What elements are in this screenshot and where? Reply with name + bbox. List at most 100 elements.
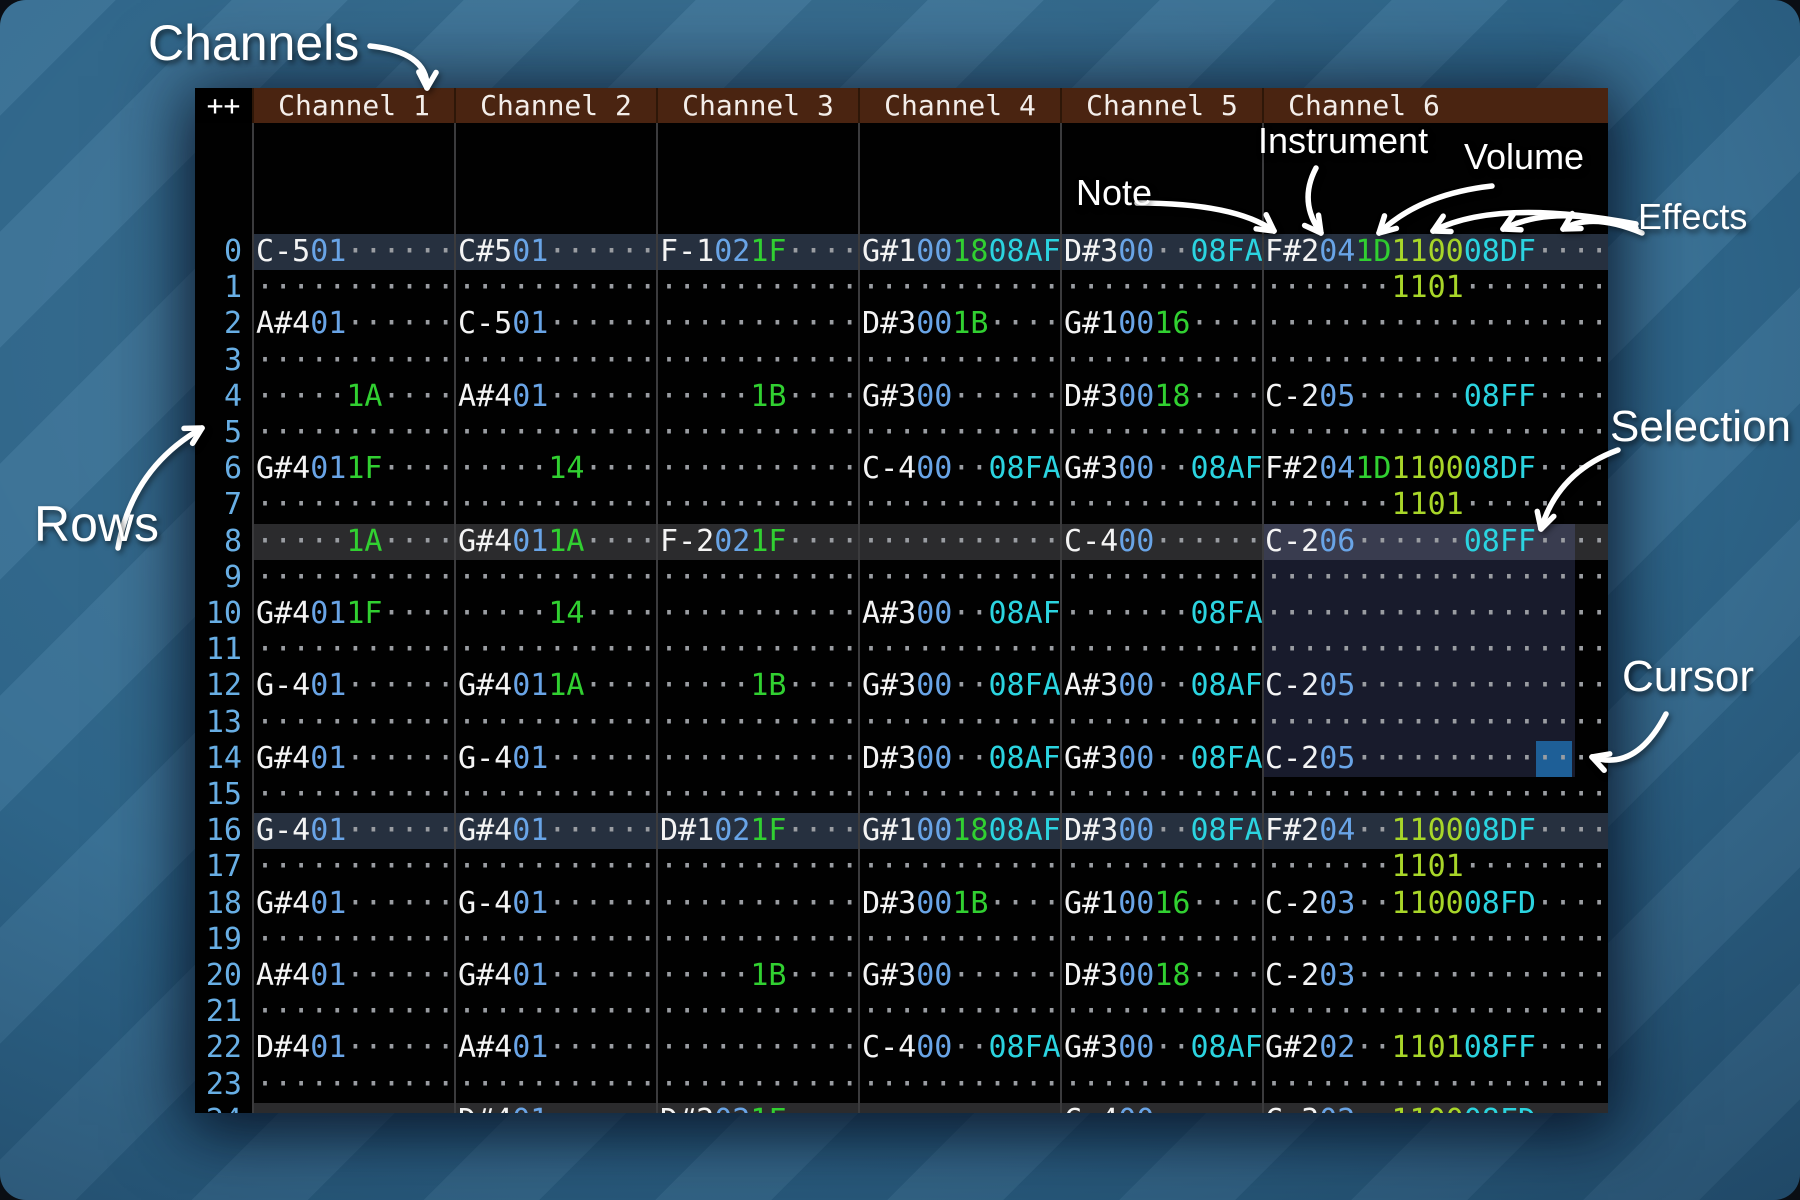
- pattern-cell-ch3[interactable]: F-1021F····: [660, 234, 859, 270]
- channel-header-3[interactable]: Channel 3: [658, 88, 858, 123]
- pattern-cell-ch2[interactable]: ···········: [458, 415, 657, 451]
- pattern-cell-ch1[interactable]: A#401······: [256, 306, 455, 342]
- pattern-cell-ch2[interactable]: ·····14····: [458, 451, 657, 487]
- pattern-cell-ch4[interactable]: G#1001808AF: [862, 234, 1061, 270]
- pattern-cell-ch3[interactable]: ···········: [660, 922, 859, 958]
- pattern-cell-ch1[interactable]: ···········: [256, 343, 455, 379]
- pattern-cell-ch2[interactable]: G#401······: [458, 958, 657, 994]
- pattern-cell-ch5[interactable]: ···········: [1064, 777, 1263, 813]
- pattern-cell-ch5[interactable]: ···········: [1064, 415, 1263, 451]
- pattern-cell-ch3[interactable]: D#1021F····: [660, 813, 859, 849]
- pattern-cell-ch1[interactable]: ···········: [256, 415, 455, 451]
- pattern-cell-ch2[interactable]: ···········: [458, 705, 657, 741]
- pattern-cell-ch6[interactable]: C-302··110008FD····: [1265, 1103, 1608, 1113]
- pattern-cell-ch3[interactable]: ···········: [660, 705, 859, 741]
- pattern-cell-ch4[interactable]: D#300··08AF: [862, 741, 1061, 777]
- pattern-cell-ch5[interactable]: A#300··08AF: [1064, 668, 1263, 704]
- pattern-cell-ch2[interactable]: D#401······: [458, 1103, 657, 1113]
- pattern-cell-ch2[interactable]: ···········: [458, 1067, 657, 1103]
- channel-header-1[interactable]: Channel 1: [254, 88, 454, 123]
- pattern-cell-ch4[interactable]: ···········: [862, 632, 1061, 668]
- pattern-cell-ch3[interactable]: ···········: [660, 1067, 859, 1103]
- pattern-cell-ch1[interactable]: A#401······: [256, 958, 455, 994]
- pattern-cell-ch4[interactable]: C-400··08FA: [862, 451, 1061, 487]
- pattern-cell-ch4[interactable]: ···········: [862, 524, 1061, 560]
- pattern-cell-ch4[interactable]: ···········: [862, 487, 1061, 523]
- pattern-cell-ch6[interactable]: ···················: [1265, 777, 1608, 813]
- pattern-cell-ch3[interactable]: ···········: [660, 270, 859, 306]
- pattern-cell-ch4[interactable]: C-400··08FA: [862, 1030, 1061, 1066]
- pattern-cell-ch5[interactable]: G#300··08AF: [1064, 1030, 1263, 1066]
- pattern-cell-ch1[interactable]: G-401······: [256, 813, 455, 849]
- pattern-cell-ch2[interactable]: G#401······: [458, 813, 657, 849]
- pattern-cell-ch6[interactable]: ···················: [1265, 632, 1608, 668]
- pattern-cell-ch4[interactable]: G#300······: [862, 958, 1061, 994]
- pattern-cell-ch6[interactable]: ···················: [1265, 705, 1608, 741]
- pattern-cell-ch6[interactable]: F#2041D110008DF····: [1265, 451, 1608, 487]
- pattern-cell-ch3[interactable]: ···········: [660, 849, 859, 885]
- pattern-cell-ch4[interactable]: D#3001B····: [862, 886, 1061, 922]
- pattern-cell-ch4[interactable]: G#300··08FA: [862, 668, 1061, 704]
- pattern-cell-ch1[interactable]: ···········: [256, 1067, 455, 1103]
- channel-header-5[interactable]: Channel 5: [1062, 88, 1262, 123]
- pattern-cell-ch4[interactable]: ···········: [862, 777, 1061, 813]
- pattern-cell-ch2[interactable]: ·····14····: [458, 596, 657, 632]
- pattern-cell-ch5[interactable]: G#10016····: [1064, 886, 1263, 922]
- pattern-cell-ch3[interactable]: ···········: [660, 1030, 859, 1066]
- pattern-cell-ch1[interactable]: ···········: [256, 487, 455, 523]
- pattern-cell-ch1[interactable]: G#4011F····: [256, 596, 455, 632]
- pattern-cell-ch2[interactable]: ···········: [458, 777, 657, 813]
- pattern-cell-ch6[interactable]: ·······1101········: [1265, 487, 1608, 523]
- pattern-cell-ch3[interactable]: ···········: [660, 415, 859, 451]
- pattern-cell-ch2[interactable]: ···········: [458, 343, 657, 379]
- pattern-cell-ch3[interactable]: ·····1B····: [660, 958, 859, 994]
- pattern-cell-ch1[interactable]: ···········: [256, 849, 455, 885]
- pattern-cell-ch5[interactable]: D#30018····: [1064, 958, 1263, 994]
- pattern-cell-ch1[interactable]: ···········: [256, 705, 455, 741]
- pattern-cell-ch3[interactable]: ···········: [660, 596, 859, 632]
- pattern-cell-ch6[interactable]: C-205··············: [1265, 741, 1608, 777]
- pattern-cell-ch3[interactable]: ·····1B····: [660, 668, 859, 704]
- pattern-cell-ch1[interactable]: G#4011F····: [256, 451, 455, 487]
- pattern-cell-ch4[interactable]: A#300··08AF: [862, 596, 1061, 632]
- pattern-cell-ch1[interactable]: ···········: [256, 922, 455, 958]
- pattern-cell-ch3[interactable]: ···········: [660, 451, 859, 487]
- pattern-cell-ch5[interactable]: ···········: [1064, 849, 1263, 885]
- pattern-cell-ch6[interactable]: C-203··110008FD····: [1265, 886, 1608, 922]
- pattern-cell-ch3[interactable]: ···········: [660, 886, 859, 922]
- pattern-cell-ch4[interactable]: ···········: [862, 1103, 1061, 1113]
- pattern-cell-ch6[interactable]: ···················: [1265, 415, 1608, 451]
- pattern-cell-ch1[interactable]: D#401······: [256, 1030, 455, 1066]
- pattern-cell-ch6[interactable]: F#2041D110008DF····: [1265, 234, 1608, 270]
- pattern-cell-ch2[interactable]: G-401······: [458, 886, 657, 922]
- pattern-cell-ch1[interactable]: G-401······: [256, 668, 455, 704]
- pattern-cell-ch5[interactable]: ···········: [1064, 1067, 1263, 1103]
- pattern-cell-ch3[interactable]: ···········: [660, 994, 859, 1030]
- pattern-cell-ch6[interactable]: ···················: [1265, 596, 1608, 632]
- pattern-cell-ch6[interactable]: C-206······08FF····: [1265, 524, 1608, 560]
- channel-header-6[interactable]: Channel 6: [1264, 88, 1464, 123]
- pattern-cell-ch3[interactable]: ···········: [660, 343, 859, 379]
- pattern-cell-ch5[interactable]: D#300··08FA: [1064, 234, 1263, 270]
- pattern-cell-ch5[interactable]: ···········: [1064, 343, 1263, 379]
- pattern-cell-ch1[interactable]: ·····1A····: [256, 524, 455, 560]
- pattern-cell-ch6[interactable]: ·······1101········: [1265, 849, 1608, 885]
- channel-header-4[interactable]: Channel 4: [860, 88, 1060, 123]
- pattern-cell-ch1[interactable]: ···········: [256, 1103, 455, 1113]
- channel-header-2[interactable]: Channel 2: [456, 88, 656, 123]
- pattern-cell-ch6[interactable]: F#204··110008DF····: [1265, 813, 1608, 849]
- pattern-cell-ch1[interactable]: ···········: [256, 560, 455, 596]
- pattern-cell-ch6[interactable]: C-205··············: [1265, 668, 1608, 704]
- pattern-cell-ch2[interactable]: G-401······: [458, 741, 657, 777]
- pattern-cell-ch5[interactable]: C-400······: [1064, 1103, 1263, 1113]
- pattern-cell-ch3[interactable]: ·····1B····: [660, 379, 859, 415]
- pattern-cell-ch1[interactable]: ·····1A····: [256, 379, 455, 415]
- pattern-cell-ch6[interactable]: ···················: [1265, 994, 1608, 1030]
- pattern-cell-ch5[interactable]: ···········: [1064, 994, 1263, 1030]
- pattern-cell-ch1[interactable]: ···········: [256, 994, 455, 1030]
- pattern-cell-ch1[interactable]: G#401······: [256, 886, 455, 922]
- pattern-cell-ch2[interactable]: A#401······: [458, 379, 657, 415]
- pattern-cell-ch3[interactable]: F-2021F····: [660, 524, 859, 560]
- pattern-cell-ch5[interactable]: D#300··08FA: [1064, 813, 1263, 849]
- pattern-cell-ch3[interactable]: ···········: [660, 632, 859, 668]
